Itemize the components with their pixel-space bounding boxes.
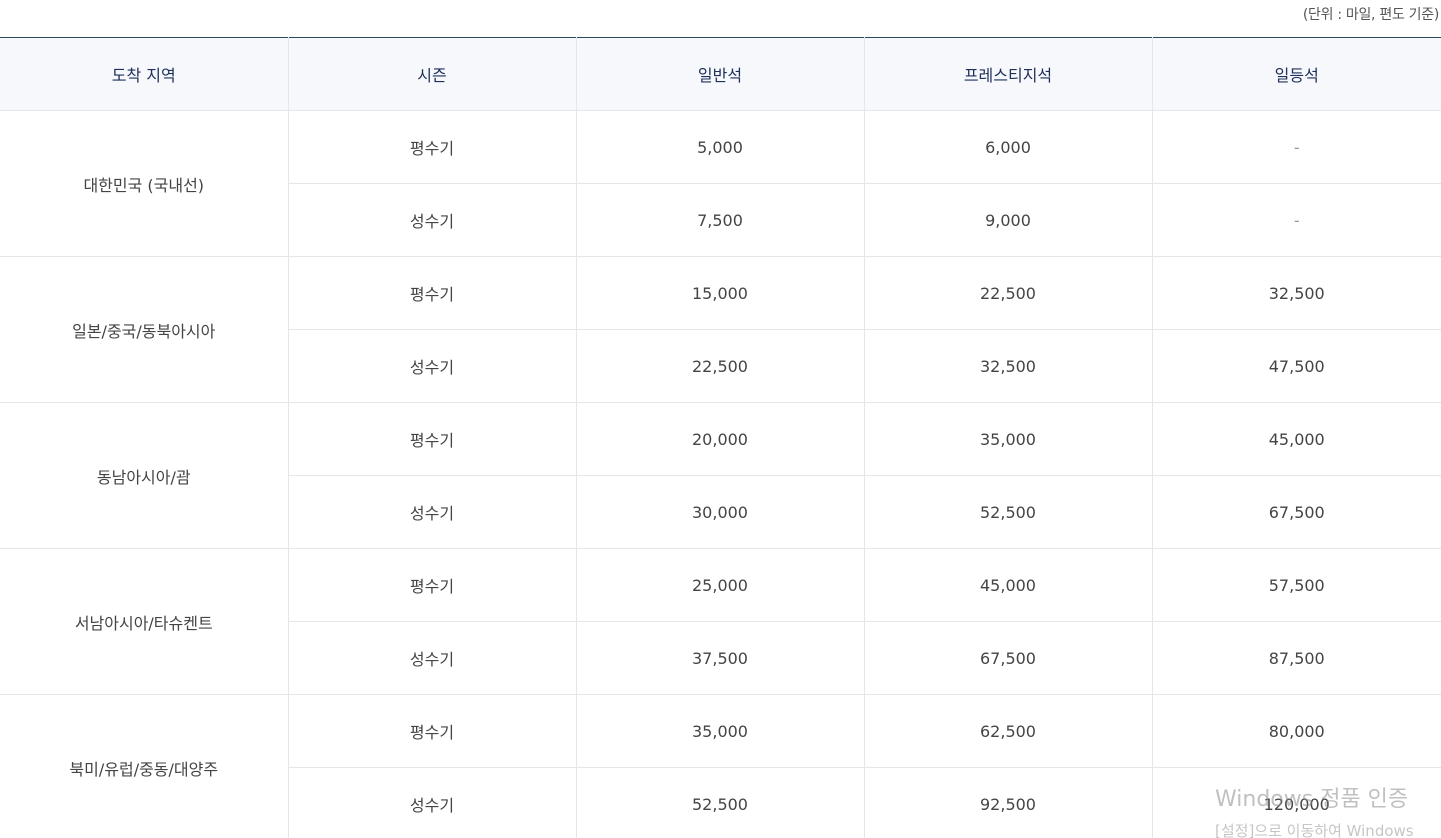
season-cell: 성수기	[287, 621, 576, 695]
table-row: 북미/유럽/중동/대양주 평수기 35,000 62,500 80,000	[0, 694, 1441, 838]
prestige-cell: 45,000	[863, 548, 1152, 622]
season-cell: 성수기	[287, 329, 576, 403]
season-cell: 성수기	[287, 183, 576, 257]
economy-cell: 30,000	[575, 475, 864, 549]
prestige-cell: 35,000	[863, 402, 1152, 476]
prestige-cell: 92,500	[863, 767, 1152, 838]
season-cell: 평수기	[287, 402, 576, 476]
season-cell: 평수기	[287, 548, 576, 622]
season-cell: 평수기	[287, 694, 576, 768]
prestige-cell: 22,500	[863, 256, 1152, 330]
table-row: 서남아시아/타슈켄트 평수기 25,000 45,000 57,500	[0, 548, 1441, 695]
header-economy: 일반석	[575, 37, 864, 111]
first-cell: -	[1151, 183, 1441, 257]
season-cell: 평수기	[287, 110, 576, 184]
first-cell: 80,000	[1151, 694, 1441, 768]
first-cell: 47,500	[1151, 329, 1441, 403]
first-cell: -	[1151, 110, 1441, 184]
header-first: 일등석	[1151, 37, 1441, 111]
region-name: 동남아시아/괌	[0, 402, 288, 549]
economy-cell: 15,000	[575, 256, 864, 330]
page: (단위 : 마일, 편도 기준) 도착 지역 시즌 일반석 프레스티지석 일등석…	[0, 0, 1441, 838]
region-name: 대한민국 (국내선)	[0, 110, 288, 257]
first-cell: 87,500	[1151, 621, 1441, 695]
prestige-cell: 52,500	[863, 475, 1152, 549]
prestige-cell: 9,000	[863, 183, 1152, 257]
first-cell: 57,500	[1151, 548, 1441, 622]
unit-note: (단위 : 마일, 편도 기준)	[1302, 7, 1439, 23]
economy-cell: 37,500	[575, 621, 864, 695]
prestige-cell: 67,500	[863, 621, 1152, 695]
economy-cell: 35,000	[575, 694, 864, 768]
first-cell: 32,500	[1151, 256, 1441, 330]
mileage-table: 도착 지역 시즌 일반석 프레스티지석 일등석 대한민국 (국내선) 평수기 5…	[0, 37, 1441, 838]
season-cell: 성수기	[287, 475, 576, 549]
economy-cell: 22,500	[575, 329, 864, 403]
table-header-row: 도착 지역 시즌 일반석 프레스티지석 일등석	[0, 37, 1441, 111]
header-season: 시즌	[287, 37, 576, 111]
season-cell: 성수기	[287, 767, 576, 838]
table-row: 일본/중국/동북아시아 평수기 15,000 22,500 32,500	[0, 256, 1441, 403]
first-cell: 67,500	[1151, 475, 1441, 549]
economy-cell: 52,500	[575, 767, 864, 838]
first-cell: 45,000	[1151, 402, 1441, 476]
table-row: 동남아시아/괌 평수기 20,000 35,000 45,000	[0, 402, 1441, 549]
prestige-cell: 6,000	[863, 110, 1152, 184]
prestige-cell: 62,500	[863, 694, 1152, 768]
region-name: 북미/유럽/중동/대양주	[0, 694, 288, 838]
economy-cell: 20,000	[575, 402, 864, 476]
header-prestige: 프레스티지석	[863, 37, 1152, 111]
region-name: 일본/중국/동북아시아	[0, 256, 288, 403]
table-row: 대한민국 (국내선) 평수기 5,000 6,000 -	[0, 110, 1441, 257]
header-region: 도착 지역	[0, 37, 288, 111]
prestige-cell: 32,500	[863, 329, 1152, 403]
economy-cell: 7,500	[575, 183, 864, 257]
season-cell: 평수기	[287, 256, 576, 330]
economy-cell: 25,000	[575, 548, 864, 622]
first-cell: 120,000	[1151, 767, 1441, 838]
region-name: 서남아시아/타슈켄트	[0, 548, 288, 695]
economy-cell: 5,000	[575, 110, 864, 184]
